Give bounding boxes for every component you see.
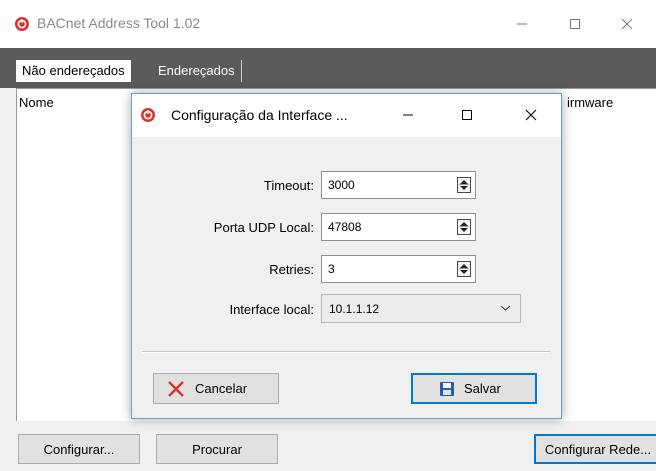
dialog-maximize-button[interactable] <box>454 104 480 126</box>
porta-udp-spinner[interactable] <box>457 219 471 235</box>
maximize-icon <box>462 110 472 120</box>
close-icon <box>621 18 633 30</box>
interface-local-select[interactable]: 10.1.1.12 <box>321 294 521 323</box>
configurar-rede-button[interactable]: Configurar Rede... <box>534 434 656 464</box>
column-header-firmware[interactable]: irmware <box>567 95 613 110</box>
dialog-divider <box>142 351 550 353</box>
cancelar-label: Cancelar <box>195 381 248 396</box>
retries-spinner[interactable] <box>457 261 471 277</box>
salvar-button[interactable]: Salvar <box>411 373 537 404</box>
retries-label: Retries: <box>269 262 314 277</box>
porta-udp-label: Porta UDP Local: <box>213 220 314 235</box>
configurar-button[interactable]: Configurar... <box>18 434 140 464</box>
dialog-minimize-button[interactable] <box>395 104 421 126</box>
retries-field[interactable]: 3 <box>321 255 476 283</box>
tab-bar: Não endereçados Endereçados <box>0 48 656 88</box>
maximize-button[interactable] <box>560 12 590 36</box>
spin-divider <box>459 268 469 269</box>
app-logo-icon <box>15 17 29 31</box>
close-button[interactable] <box>612 12 642 36</box>
cancel-x-icon <box>166 379 186 399</box>
window-title: BACnet Address Tool 1.02 <box>37 15 201 31</box>
spin-down-icon <box>460 228 468 232</box>
minimize-button[interactable] <box>507 12 537 36</box>
main-titlebar[interactable]: BACnet Address Tool 1.02 <box>0 0 656 48</box>
spin-down-icon <box>460 186 468 190</box>
spin-down-icon <box>460 270 468 274</box>
tab-nao-enderecados[interactable]: Não endereçados <box>16 60 131 82</box>
porta-udp-value: 47808 <box>328 220 362 234</box>
timeout-value: 3000 <box>328 178 355 192</box>
retries-value: 3 <box>328 262 335 276</box>
dialog-logo-icon <box>141 108 155 122</box>
dialog-close-button[interactable] <box>518 104 544 126</box>
minimize-icon <box>517 23 527 25</box>
maximize-icon <box>570 19 580 29</box>
save-disk-icon <box>439 381 455 397</box>
timeout-field[interactable]: 3000 <box>321 171 476 199</box>
interface-local-value: 10.1.1.12 <box>329 302 380 316</box>
timeout-label: Timeout: <box>263 178 314 193</box>
dialog-titlebar[interactable]: Configuração da Interface ... <box>132 94 561 137</box>
spin-divider <box>459 184 469 185</box>
salvar-label: Salvar <box>464 381 501 396</box>
interface-config-dialog: Configuração da Interface ... Timeout: 3… <box>131 93 562 419</box>
cancelar-button[interactable]: Cancelar <box>153 373 279 404</box>
interface-local-label: Interface local: <box>229 302 314 317</box>
procurar-button[interactable]: Procurar <box>156 434 278 464</box>
porta-udp-field[interactable]: 47808 <box>321 213 476 241</box>
close-icon <box>525 109 537 121</box>
chevron-down-icon <box>500 305 511 311</box>
minimize-icon <box>403 114 413 116</box>
column-header-nome[interactable]: Nome <box>19 95 54 110</box>
timeout-spinner[interactable] <box>457 177 471 193</box>
spin-divider <box>459 226 469 227</box>
tab-enderecados[interactable]: Endereçados <box>152 60 242 82</box>
dialog-title: Configuração da Interface ... <box>171 107 348 123</box>
